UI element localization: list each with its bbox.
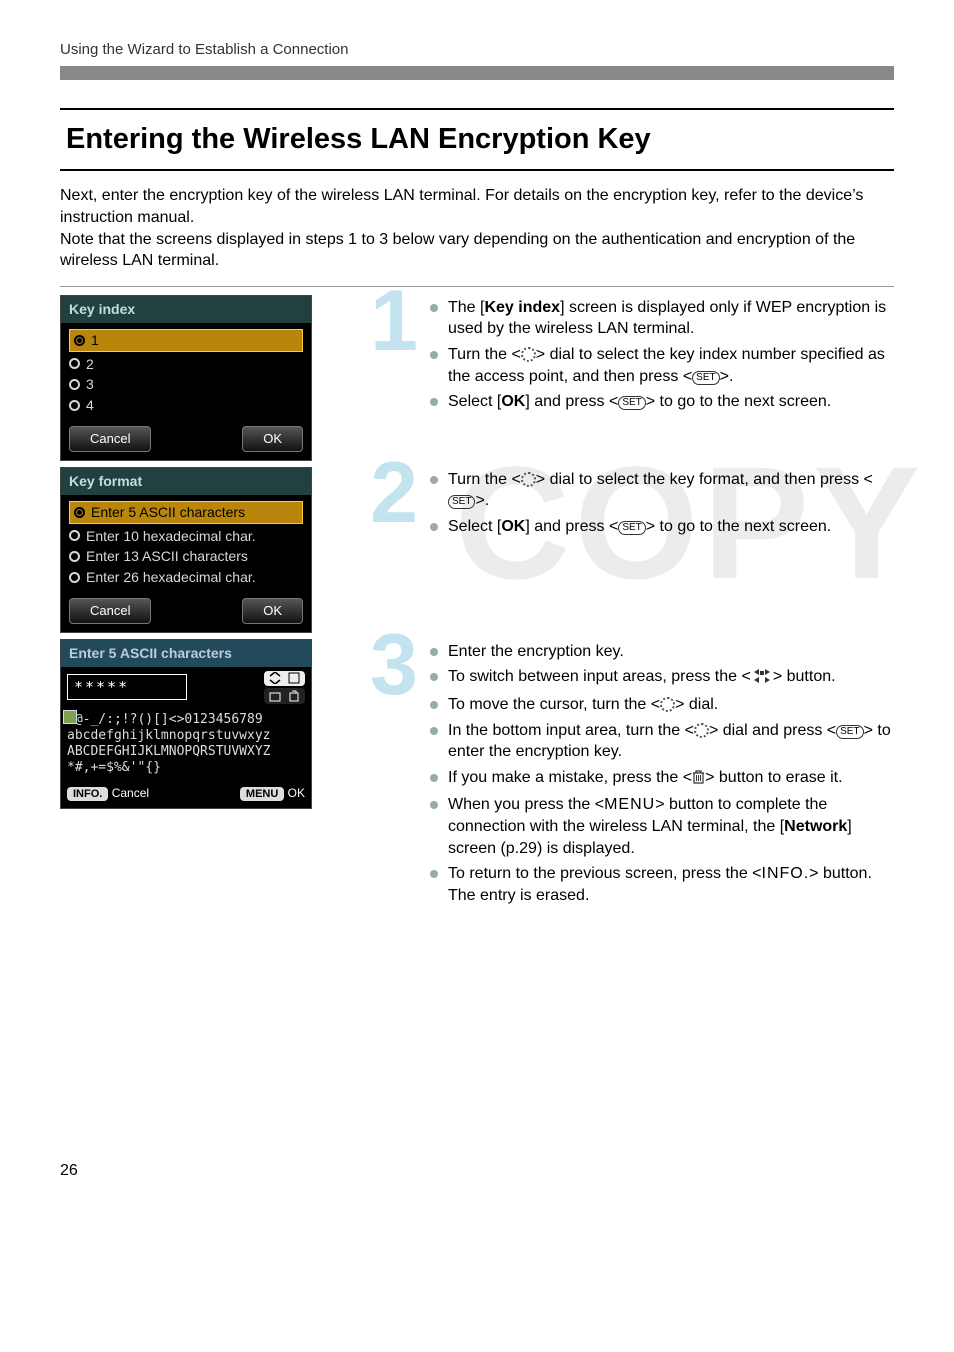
set-icon: SET [618,521,645,535]
s1-bullet-2: Turn the <> dial to select the key index… [430,344,894,387]
s1-bullet-3: Select [OK] and press <SET> to go to the… [430,391,894,413]
lcd1-option-1: 1 [69,329,303,352]
lcd2-option-3: Enter 13 ASCII characters [69,546,303,567]
s2-bullet-2: Select [OK] and press <SET> to go to the… [430,516,894,538]
dial-icon [660,697,675,712]
lcd2-option-4: Enter 26 hexadecimal char. [69,567,303,588]
step-number-2: 2 [370,459,418,528]
lcd1-cancel: Cancel [69,426,151,452]
header-divider [60,66,894,80]
set-icon: SET [448,495,475,509]
s3-bullet-1: Enter the encryption key. [430,641,894,663]
lcd3-header: Enter 5 ASCII characters [61,640,311,667]
set-icon: SET [692,371,719,385]
set-icon: SET [618,396,645,410]
page-title: Entering the Wireless LAN Encryption Key [66,120,888,159]
lcd-screen-2: Key format Enter 5 ASCII characters Ente… [60,467,312,633]
dial-icon [694,723,709,738]
s3-bullet-6: When you press the <MENU> button to comp… [430,794,894,859]
lcd1-option-4: 4 [69,395,303,416]
lcd1-header: Key index [61,296,311,323]
title-container: Entering the Wireless LAN Encryption Key [60,108,894,171]
lcd2-ok: OK [242,598,303,624]
lcd2-option-1: Enter 5 ASCII characters [69,501,303,524]
lcd2-cancel: Cancel [69,598,151,624]
lcd3-input-value: ***** [67,674,187,700]
lcd1-option-3: 3 [69,374,303,395]
lcd1-ok: OK [242,426,303,452]
step-1: Key index 1 2 3 4 Cancel OK 1 The [Key i… [60,295,894,461]
step-number-1: 1 [370,287,418,356]
trash-icon [692,769,705,791]
set-icon: SET [836,725,863,739]
s1-bullet-1: The [Key index] screen is displayed only… [430,297,894,340]
s3-bullet-2: To switch between input areas, press the… [430,666,894,690]
lcd3-menu-pill: MENU [240,787,284,801]
jump-icon [751,668,773,690]
lcd3-switch-icon [264,671,305,687]
dial-icon [521,347,536,362]
s2-bullet-1: Turn the <> dial to select the key forma… [430,469,894,512]
s3-bullet-7: To return to the previous screen, press … [430,863,894,906]
s3-bullet-3: To move the cursor, turn the <> dial. [430,694,894,716]
lcd3-trash-icon [264,688,305,704]
lcd2-option-2: Enter 10 hexadecimal char. [69,526,303,547]
page-number: 26 [60,1160,894,1182]
step-number-3: 3 [370,631,418,700]
lcd-screen-3: Enter 5 ASCII characters ***** .@-_/:;!?… [60,639,312,809]
s3-bullet-5: If you make a mistake, press the <> butt… [430,767,894,791]
lcd3-info-pill: INFO. [67,787,108,801]
breadcrumb: Using the Wizard to Establish a Connecti… [60,40,894,60]
s3-bullet-4: In the bottom input area, turn the <> di… [430,720,894,763]
step-3: Enter 5 ASCII characters ***** .@-_/:;!?… [60,639,894,911]
section-divider [60,286,894,287]
lcd1-option-2: 2 [69,354,303,375]
dial-icon [521,472,536,487]
step-2: Key format Enter 5 ASCII characters Ente… [60,467,894,633]
lcd3-charmap: .@-_/:;!?()[]<>0123456789 abcdefghijklmn… [61,708,311,781]
intro-text: Next, enter the encryption key of the wi… [60,185,890,271]
lcd-screen-1: Key index 1 2 3 4 Cancel OK [60,295,312,461]
lcd2-header: Key format [61,468,311,495]
